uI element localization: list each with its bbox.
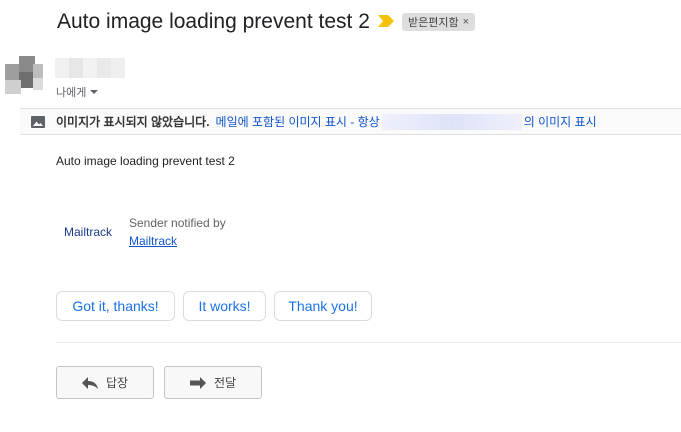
importance-marker-icon[interactable] (378, 15, 394, 27)
forward-arrow-icon (189, 376, 206, 389)
show-images-link[interactable]: 메일에 포함된 이미지 표시 - 항상 (216, 113, 380, 130)
forward-label: 전달 (213, 376, 237, 390)
smart-reply-it-works[interactable]: It works! (183, 291, 266, 321)
sender-name-redacted (55, 58, 125, 78)
label-text: 받은편지함 (408, 17, 459, 29)
mailtrack-notified-text: Sender notified by (129, 216, 226, 230)
inbox-label-chip: 받은편지함 × (402, 13, 476, 31)
recipient-toggle[interactable]: 나에게 (56, 84, 99, 100)
always-show-images-link[interactable]: 의 이미지 표시 (524, 113, 597, 130)
divider (56, 342, 681, 343)
mailtrack-logo: Mailtrack (64, 225, 113, 239)
email-subject: Auto image loading prevent test 2 (57, 10, 370, 33)
reply-label: 답장 (105, 376, 129, 390)
images-hidden-banner: 이미지가 표시되지 않았습니다. 메일에 포함된 이미지 표시 - 항상 의 이… (20, 108, 681, 135)
recipient-label: 나에게 (56, 87, 87, 99)
images-hidden-warning: 이미지가 표시되지 않았습니다. (56, 115, 210, 129)
chevron-down-icon (90, 90, 99, 94)
smart-reply-thank-you[interactable]: Thank you! (274, 291, 372, 321)
image-icon (31, 115, 45, 128)
remove-label-button[interactable]: × (463, 16, 469, 28)
avatar (5, 56, 43, 96)
reply-button[interactable]: 답장 (56, 366, 154, 399)
reply-arrow-icon (81, 376, 98, 389)
email-body: Auto image loading prevent test 2 (56, 154, 235, 168)
mailtrack-link[interactable]: Mailtrack (129, 234, 177, 248)
smart-reply-got-it[interactable]: Got it, thanks! (56, 291, 175, 321)
redacted-sender-address (381, 113, 522, 130)
forward-button[interactable]: 전달 (164, 366, 262, 399)
